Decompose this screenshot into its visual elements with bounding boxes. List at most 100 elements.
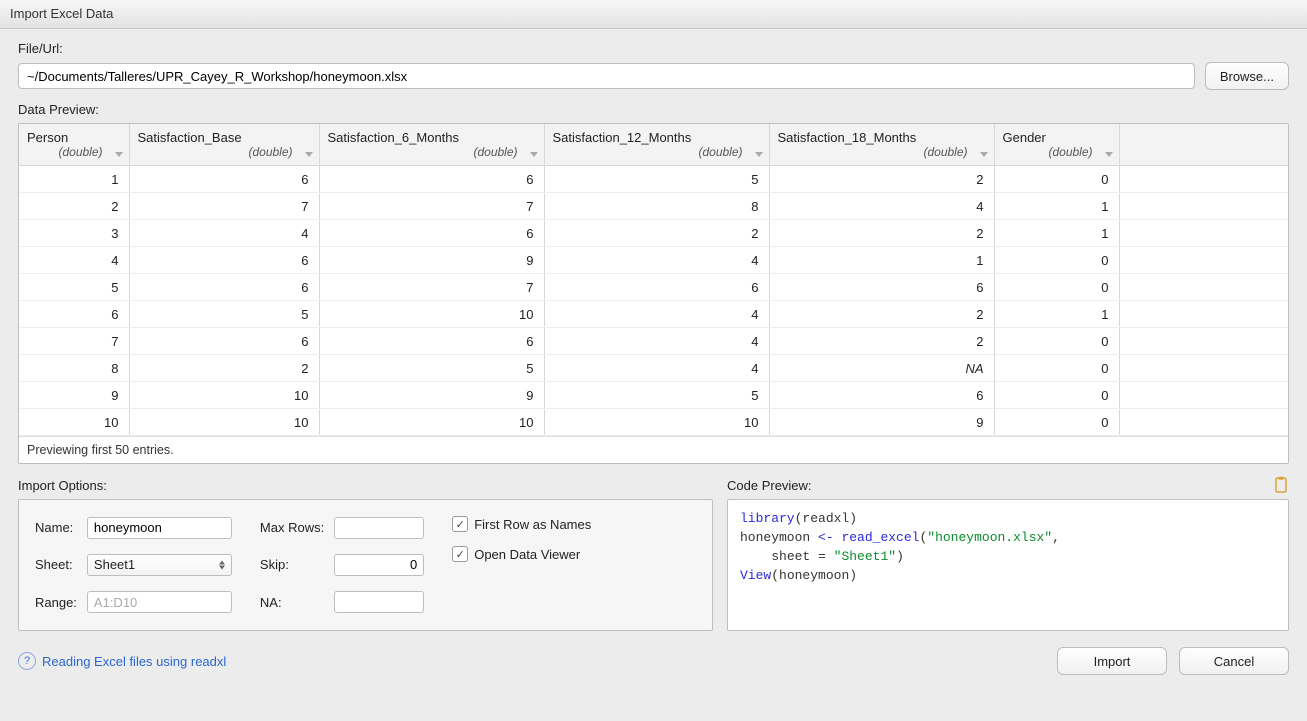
table-row: 766420 xyxy=(19,328,1288,355)
column-header[interactable]: Person(double) xyxy=(19,124,129,166)
open-data-viewer-label: Open Data Viewer xyxy=(474,547,580,562)
table-cell: 9 xyxy=(19,382,129,409)
table-row: 166520 xyxy=(19,166,1288,193)
table-cell: 0 xyxy=(994,247,1119,274)
import-options-label: Import Options: xyxy=(18,478,713,493)
help-link[interactable]: ? Reading Excel files using readxl xyxy=(18,652,226,670)
sheet-select[interactable]: Sheet1 xyxy=(87,554,232,576)
chevron-down-icon xyxy=(1105,152,1113,157)
column-header[interactable]: Satisfaction_6_Months(double) xyxy=(319,124,544,166)
table-cell: 0 xyxy=(994,355,1119,382)
table-cell: 7 xyxy=(19,328,129,355)
table-row: 277841 xyxy=(19,193,1288,220)
column-name: Gender xyxy=(1003,130,1111,145)
table-cell: 6 xyxy=(129,274,319,301)
column-type: (double) xyxy=(553,145,761,159)
table-cell: 2 xyxy=(19,193,129,220)
maxrows-label: Max Rows: xyxy=(260,520,324,535)
code-preview-box[interactable]: library(readxl) honeymoon <- read_excel(… xyxy=(727,499,1289,631)
table-cell: 10 xyxy=(319,301,544,328)
table-cell: 4 xyxy=(544,355,769,382)
table-cell: 7 xyxy=(319,274,544,301)
table-cell-empty xyxy=(1119,247,1288,274)
table-cell: 2 xyxy=(769,220,994,247)
skip-input[interactable] xyxy=(334,554,424,576)
table-cell: 2 xyxy=(769,166,994,193)
help-link-text: Reading Excel files using readxl xyxy=(42,654,226,669)
na-input[interactable] xyxy=(334,591,424,613)
table-cell-empty xyxy=(1119,220,1288,247)
table-row: 567660 xyxy=(19,274,1288,301)
table-cell: 4 xyxy=(129,220,319,247)
copy-code-button[interactable] xyxy=(1273,476,1289,494)
table-cell: 4 xyxy=(544,328,769,355)
chevron-down-icon xyxy=(755,152,763,157)
dialog-title: Import Excel Data xyxy=(0,0,1307,29)
import-options-box: Name: Sheet: Sheet1 Range: Max Rows: xyxy=(18,499,713,631)
table-cell: 6 xyxy=(769,382,994,409)
table-cell: 7 xyxy=(129,193,319,220)
table-cell-empty xyxy=(1119,382,1288,409)
table-cell: 0 xyxy=(994,166,1119,193)
first-row-as-names-label: First Row as Names xyxy=(474,517,591,532)
table-cell-empty xyxy=(1119,301,1288,328)
name-input[interactable] xyxy=(87,517,232,539)
table-cell: 6 xyxy=(319,328,544,355)
column-header[interactable]: Gender(double) xyxy=(994,124,1119,166)
column-name: Satisfaction_18_Months xyxy=(778,130,986,145)
name-label: Name: xyxy=(35,520,77,535)
table-cell: 5 xyxy=(544,382,769,409)
column-name: Satisfaction_Base xyxy=(138,130,311,145)
table-row: 346221 xyxy=(19,220,1288,247)
table-cell: 10 xyxy=(544,409,769,436)
cancel-button[interactable]: Cancel xyxy=(1179,647,1289,675)
clipboard-icon xyxy=(1273,476,1289,494)
table-row: 9109560 xyxy=(19,382,1288,409)
table-row: 1010101090 xyxy=(19,409,1288,436)
table-cell-empty xyxy=(1119,193,1288,220)
range-label: Range: xyxy=(35,595,77,610)
table-cell: 6 xyxy=(129,166,319,193)
chevron-updown-icon xyxy=(219,560,225,569)
table-cell: 4 xyxy=(19,247,129,274)
table-cell: 10 xyxy=(129,409,319,436)
skip-label: Skip: xyxy=(260,557,324,572)
table-cell: 8 xyxy=(544,193,769,220)
table-cell: 9 xyxy=(769,409,994,436)
range-input[interactable] xyxy=(87,591,232,613)
file-url-input[interactable] xyxy=(18,63,1195,89)
maxrows-input[interactable] xyxy=(334,517,424,539)
table-cell-empty xyxy=(1119,355,1288,382)
file-url-label: File/Url: xyxy=(18,41,1289,56)
column-header[interactable]: Satisfaction_Base(double) xyxy=(129,124,319,166)
table-cell: 8 xyxy=(19,355,129,382)
first-row-as-names-checkbox[interactable]: ✓ First Row as Names xyxy=(452,516,591,532)
table-cell: 2 xyxy=(544,220,769,247)
open-data-viewer-checkbox[interactable]: ✓ Open Data Viewer xyxy=(452,546,591,562)
table-cell: 10 xyxy=(129,382,319,409)
table-cell: 1 xyxy=(994,220,1119,247)
table-cell: 5 xyxy=(319,355,544,382)
table-cell: 3 xyxy=(19,220,129,247)
import-excel-dialog: Import Excel Data File/Url: Browse... Da… xyxy=(0,0,1307,721)
table-cell: 4 xyxy=(544,301,769,328)
checkbox-checked-icon: ✓ xyxy=(452,546,468,562)
checkbox-checked-icon: ✓ xyxy=(452,516,468,532)
browse-button[interactable]: Browse... xyxy=(1205,62,1289,90)
table-cell: 6 xyxy=(129,328,319,355)
column-name: Person xyxy=(27,130,121,145)
column-header[interactable]: Satisfaction_18_Months(double) xyxy=(769,124,994,166)
table-cell: 0 xyxy=(994,274,1119,301)
table-cell: 2 xyxy=(769,301,994,328)
column-header[interactable]: Satisfaction_12_Months(double) xyxy=(544,124,769,166)
column-name: Satisfaction_12_Months xyxy=(553,130,761,145)
table-cell-empty xyxy=(1119,409,1288,436)
table-cell: 5 xyxy=(544,166,769,193)
table-cell: 6 xyxy=(19,301,129,328)
import-button[interactable]: Import xyxy=(1057,647,1167,675)
preview-footer-text: Previewing first 50 entries. xyxy=(19,436,1288,463)
help-icon: ? xyxy=(18,652,36,670)
table-cell: 6 xyxy=(319,166,544,193)
table-cell: 9 xyxy=(319,247,544,274)
table-cell: 0 xyxy=(994,328,1119,355)
